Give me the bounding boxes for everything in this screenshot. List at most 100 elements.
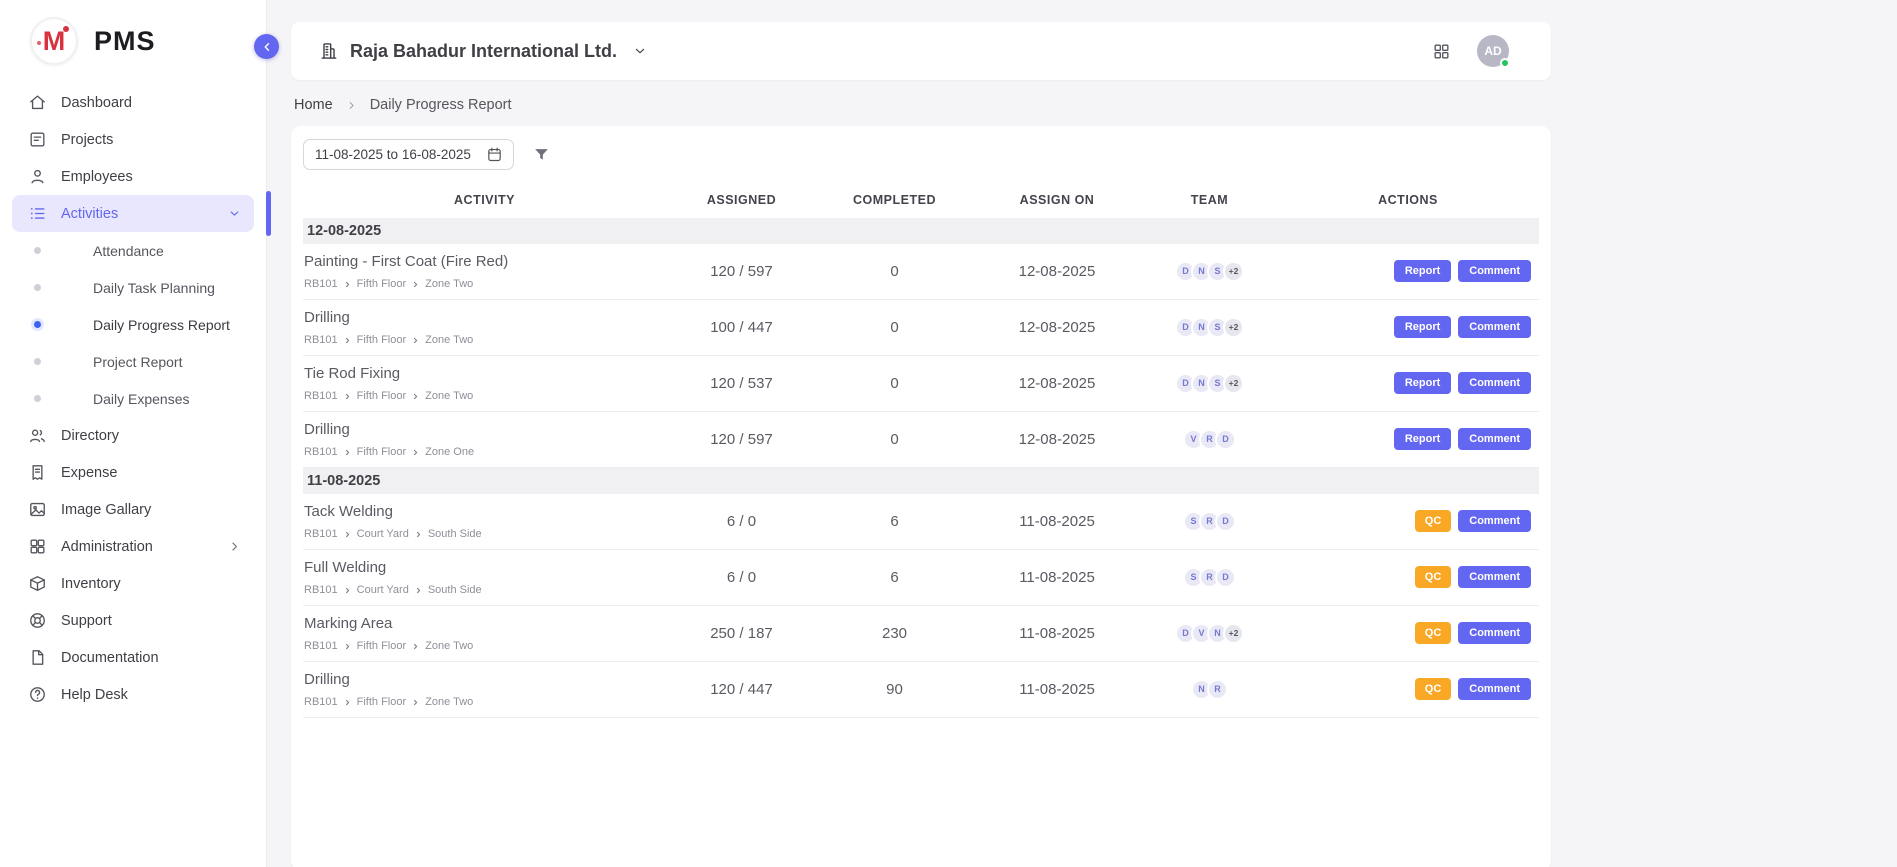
- report-button[interactable]: Report: [1394, 372, 1451, 394]
- breadcrumb-home[interactable]: Home: [294, 97, 333, 113]
- team-extra-count[interactable]: +2: [1223, 623, 1244, 644]
- team-extra-count[interactable]: +2: [1223, 373, 1244, 394]
- assign-on-value: 12-08-2025: [972, 431, 1142, 448]
- sidebar-item-employees[interactable]: Employees: [12, 158, 254, 195]
- activity-name: Drilling: [304, 308, 666, 327]
- apps-grid-icon[interactable]: [1432, 42, 1451, 61]
- bullet-icon: [34, 321, 41, 328]
- sidebar-item-inventory[interactable]: Inventory: [12, 565, 254, 602]
- sidebar-collapse-button[interactable]: [254, 34, 279, 59]
- sidebar-item-documentation[interactable]: Documentation: [12, 639, 254, 676]
- assign-on-value: 12-08-2025: [972, 263, 1142, 280]
- sidebar-item-directory[interactable]: Directory: [12, 417, 254, 454]
- table-row: Full WeldingRB101Court YardSouth Side6 /…: [303, 550, 1539, 606]
- path-separator-icon: [343, 336, 352, 345]
- sidebar-item-image-gallary[interactable]: Image Gallary: [12, 491, 254, 528]
- home-icon: [28, 93, 47, 112]
- path-separator-icon: [343, 448, 352, 457]
- assign-on-value: 11-08-2025: [972, 569, 1142, 586]
- sidebar-subitem-daily-expenses[interactable]: Daily Expenses: [12, 380, 254, 417]
- path-segment: Zone Two: [425, 390, 473, 402]
- team-avatars: DNS+2: [1142, 317, 1277, 338]
- topbar: Raja Bahadur International Ltd. AD: [291, 22, 1551, 80]
- sidebar-item-activities[interactable]: Activities: [12, 195, 254, 232]
- path-segment: South Side: [428, 528, 482, 540]
- breadcrumb: Home Daily Progress Report: [294, 97, 1897, 113]
- sidebar-subitem-project-report[interactable]: Project Report: [12, 343, 254, 380]
- company-selector[interactable]: Raja Bahadur International Ltd.: [319, 41, 648, 62]
- sidebar-item-label: Activities: [61, 206, 213, 222]
- activity-cell: Painting - First Coat (Fire Red) RB101Fif…: [303, 252, 666, 290]
- report-button[interactable]: Report: [1394, 316, 1451, 338]
- row-actions: QC Comment: [1277, 510, 1539, 532]
- path-separator-icon: [343, 698, 352, 707]
- user-avatar[interactable]: AD: [1477, 35, 1509, 67]
- sidebar-item-label: Inventory: [61, 576, 242, 592]
- path-separator-icon: [343, 280, 352, 289]
- comment-button[interactable]: Comment: [1458, 316, 1531, 338]
- assign-on-value: 12-08-2025: [972, 375, 1142, 392]
- qc-button[interactable]: QC: [1415, 566, 1452, 588]
- team-avatars: VRD: [1142, 429, 1277, 450]
- path-segment: RB101: [304, 584, 338, 596]
- path-segment: RB101: [304, 446, 338, 458]
- team-extra-count[interactable]: +2: [1223, 261, 1244, 282]
- comment-button[interactable]: Comment: [1458, 260, 1531, 282]
- date-group-header: 11-08-2025: [303, 468, 1539, 494]
- date-range-input[interactable]: 11-08-2025 to 16-08-2025: [303, 139, 514, 170]
- assigned-value: 120 / 597: [666, 431, 817, 448]
- topbar-actions: AD: [1432, 35, 1509, 67]
- qc-button[interactable]: QC: [1415, 678, 1452, 700]
- bullet-icon: [34, 358, 41, 365]
- comment-button[interactable]: Comment: [1458, 622, 1531, 644]
- sidebar-nav: Dashboard Projects Employees Activities Atte…: [0, 82, 266, 713]
- row-actions: Report Comment: [1277, 260, 1539, 282]
- comment-button[interactable]: Comment: [1458, 566, 1531, 588]
- sidebar-item-projects[interactable]: Projects: [12, 121, 254, 158]
- sidebar-subitem-attendance[interactable]: Attendance: [12, 232, 254, 269]
- report-button[interactable]: Report: [1394, 260, 1451, 282]
- report-button[interactable]: Report: [1394, 428, 1451, 450]
- chevron-down-icon: [227, 206, 242, 221]
- building-icon: [319, 41, 339, 61]
- path-segment: RB101: [304, 278, 338, 290]
- column-header-assigned: ASSIGNED: [666, 193, 817, 207]
- comment-button[interactable]: Comment: [1458, 510, 1531, 532]
- team-extra-count[interactable]: +2: [1223, 317, 1244, 338]
- chevron-left-icon: [260, 40, 274, 54]
- sidebar-item-support[interactable]: Support: [12, 602, 254, 639]
- comment-button[interactable]: Comment: [1458, 428, 1531, 450]
- sidebar-item-administration[interactable]: Administration: [12, 528, 254, 565]
- column-header-completed: COMPLETED: [817, 193, 972, 207]
- row-actions: QC Comment: [1277, 566, 1539, 588]
- sidebar-subitem-daily-progress-report[interactable]: Daily Progress Report: [12, 306, 254, 343]
- sidebar-subitem-daily-task-planning[interactable]: Daily Task Planning: [12, 269, 254, 306]
- path-segment: Fifth Floor: [357, 334, 407, 346]
- comment-button[interactable]: Comment: [1458, 372, 1531, 394]
- comment-button[interactable]: Comment: [1458, 678, 1531, 700]
- completed-value: 0: [817, 431, 972, 448]
- sidebar-item-help-desk[interactable]: Help Desk: [12, 676, 254, 713]
- sidebar-item-expense[interactable]: Expense: [12, 454, 254, 491]
- path-segment: RB101: [304, 696, 338, 708]
- row-actions: QC Comment: [1277, 678, 1539, 700]
- sidebar-item-label: Directory: [61, 428, 242, 444]
- activity-path: RB101Fifth FloorZone Two: [304, 278, 666, 290]
- qc-button[interactable]: QC: [1415, 510, 1452, 532]
- filter-icon[interactable]: [532, 145, 551, 164]
- activity-name: Drilling: [304, 670, 666, 689]
- chevron-right-icon: [227, 539, 242, 554]
- qc-button[interactable]: QC: [1415, 622, 1452, 644]
- path-segment: Court Yard: [357, 584, 409, 596]
- activity-name: Painting - First Coat (Fire Red): [304, 252, 666, 271]
- sidebar-item-dashboard[interactable]: Dashboard: [12, 84, 254, 121]
- path-segment: Fifth Floor: [357, 446, 407, 458]
- table-row: Tie Rod FixingRB101Fifth FloorZone Two12…: [303, 356, 1539, 412]
- table-row: Painting - First Coat (Fire Red) RB101Fif…: [303, 244, 1539, 300]
- column-header-actions: ACTIONS: [1277, 193, 1539, 207]
- row-actions: Report Comment: [1277, 428, 1539, 450]
- assign-on-value: 12-08-2025: [972, 319, 1142, 336]
- company-name: Raja Bahadur International Ltd.: [350, 41, 617, 62]
- sidebar-item-label: Projects: [61, 132, 242, 148]
- path-segment: Zone One: [425, 446, 474, 458]
